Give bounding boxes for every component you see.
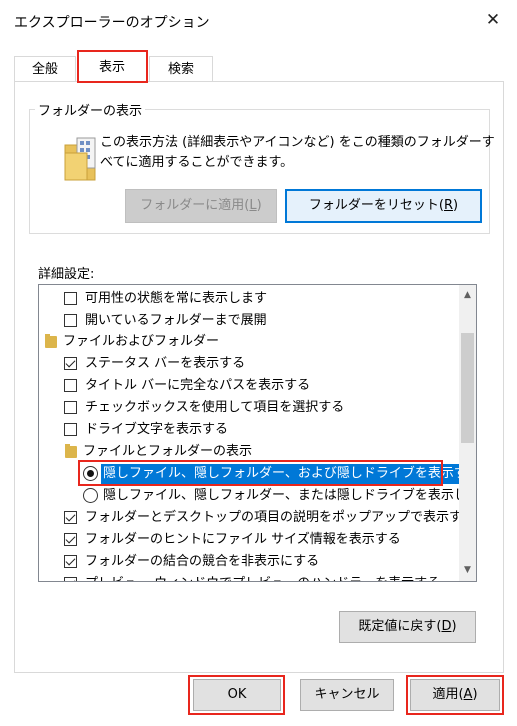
folder-view-description-1: この表示方法 (詳細表示やアイコンなど) をこの種類のフォルダーす [100, 135, 495, 150]
list-item-label: ドライブ文字を表示する [85, 422, 229, 437]
checkbox-folder-tips-size[interactable] [64, 533, 77, 546]
checkbox-drive-letters[interactable] [64, 423, 77, 436]
list-item-label: フォルダーのヒントにファイル サイズ情報を表示する [85, 532, 401, 547]
apply-to-folders-tail: ) [256, 198, 262, 213]
folder-icon [65, 444, 77, 458]
list-item-label: 可用性の状態を常に表示します [85, 291, 268, 306]
list-item-label: ステータス バーを表示する [85, 356, 246, 371]
apply-button-highlight-box [406, 675, 504, 715]
ok-button-highlight-box [188, 675, 285, 715]
list-item-label: フォルダーとデスクトップの項目の説明をポップアップで表示する [85, 510, 476, 525]
scrollbar-thumb[interactable] [461, 333, 474, 443]
close-icon[interactable]: ✕ [482, 9, 504, 31]
radio-hide-hidden[interactable] [83, 488, 98, 503]
apply-to-folders-key: L [249, 198, 257, 213]
list-scrollbar[interactable]: ▲ ▼ [459, 285, 476, 581]
list-item-label: 隠しファイル、隠しフォルダー、または隠しドライブを表示しない [103, 488, 477, 503]
checkbox-status-bar[interactable] [64, 357, 77, 370]
selected-option-highlight-box [78, 460, 443, 486]
tab-search[interactable]: 検索 [149, 56, 213, 82]
tab-view-highlight-box [77, 50, 148, 83]
cancel-button[interactable]: キャンセル [300, 679, 394, 711]
list-item-label: タイトル バーに完全なパスを表示する [85, 378, 311, 393]
checkbox-full-path-title[interactable] [64, 379, 77, 392]
list-item-label: フォルダーの結合の競合を非表示にする [85, 554, 320, 569]
restore-defaults-button[interactable]: 既定値に戻す(D) [339, 611, 476, 643]
restore-defaults-text: 既定値に戻す( [358, 619, 442, 634]
restore-defaults-key: D [441, 619, 452, 634]
checkbox-hide-merge-conflicts[interactable] [64, 555, 77, 568]
reset-folders-button[interactable]: フォルダーをリセット(R) [285, 189, 482, 223]
checkbox-expand-open-folder[interactable] [64, 314, 77, 327]
apply-to-folders-text: フォルダーに適用( [140, 198, 250, 213]
advanced-settings-list[interactable]: 可用性の状態を常に表示します 開いているフォルダーまで展開 ファイルおよびフォル… [38, 284, 477, 582]
window-title: エクスプローラーのオプション [14, 15, 210, 31]
checkbox-use-checkboxes[interactable] [64, 401, 77, 414]
checkbox-popup-description[interactable] [64, 511, 77, 524]
list-item-label: プレビュー ウィンドウでプレビューのハンドラーを表示する [85, 573, 440, 581]
folder-view-description-2: べてに適用することができます。 [100, 155, 294, 170]
apply-to-folders-button[interactable]: フォルダーに適用(L) [125, 189, 277, 223]
list-item-label: 開いているフォルダーまで展開 [85, 313, 267, 328]
advanced-settings-label: 詳細設定: [38, 267, 95, 282]
folder-icon [45, 334, 57, 348]
list-group-label: ファイルおよびフォルダー [63, 334, 220, 349]
scroll-up-icon[interactable]: ▲ [459, 287, 476, 304]
folder-options-icon [64, 137, 96, 181]
list-item-label: チェックボックスを使用して項目を選択する [85, 400, 345, 415]
reset-folders-key: R [443, 198, 454, 213]
tab-general[interactable]: 全般 [14, 56, 76, 82]
scroll-down-icon[interactable]: ▼ [459, 562, 476, 579]
checkbox-availability-status[interactable] [64, 292, 77, 305]
restore-defaults-tail: ) [451, 619, 457, 634]
folder-view-group-label: フォルダーの表示 [35, 100, 146, 119]
reset-folders-text: フォルダーをリセット( [308, 198, 444, 213]
checkbox-preview-handlers[interactable] [64, 577, 77, 581]
reset-folders-tail: ) [453, 198, 459, 213]
